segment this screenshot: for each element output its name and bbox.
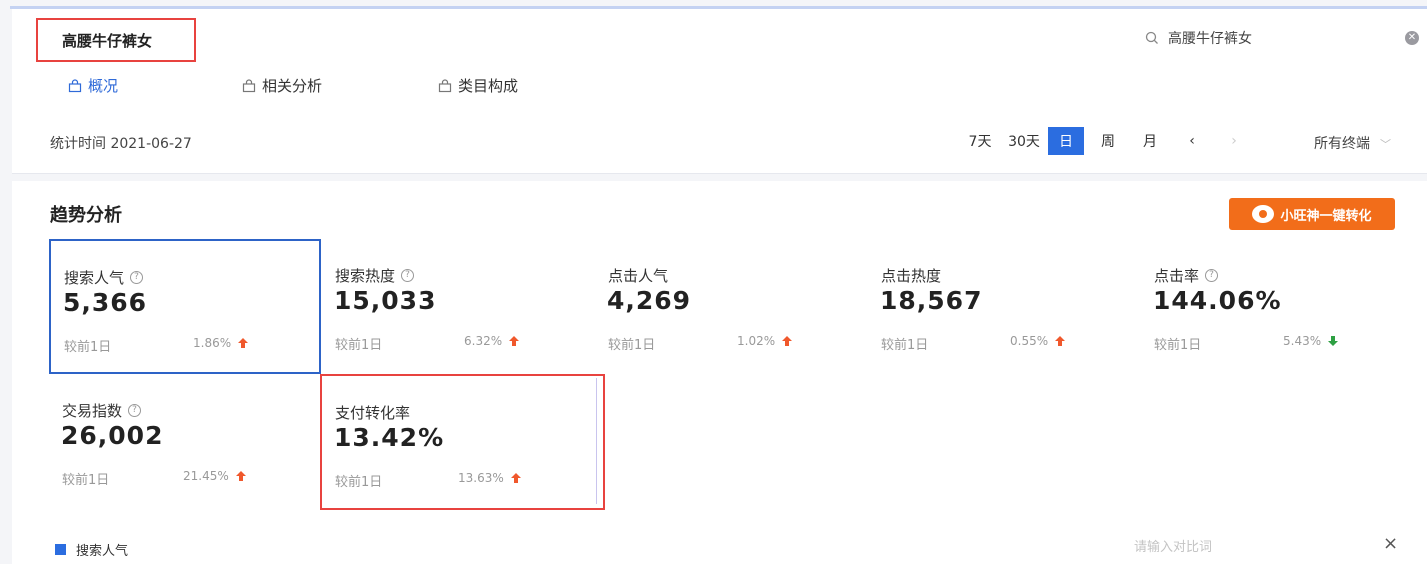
tab-related-analysis[interactable]: 相关分析 [242, 75, 322, 96]
help-icon[interactable]: ? [130, 271, 144, 284]
metric-label: 搜索人气 [64, 269, 125, 287]
metric-value: 4,269 [607, 286, 692, 315]
divider [596, 378, 597, 504]
bag-icon [68, 78, 82, 92]
close-icon[interactable]: × [1383, 533, 1398, 554]
arrow-up-icon [238, 338, 249, 348]
trend-card: 趋势分析 小旺神一键转化 搜索人气? 5,366 较前1日 1.86% 搜索热度… [12, 181, 1427, 564]
metric-label-row: 搜索人气? [64, 267, 144, 288]
metric-value: 5,366 [63, 288, 148, 317]
metric-change: 21.45% [183, 469, 247, 483]
metric-value: 18,567 [880, 286, 983, 315]
bag-icon [438, 78, 452, 92]
metric-card-click-heat[interactable]: 点击热度 18,567 较前1日 0.55% [868, 239, 1140, 374]
metric-label: 点击人气 [608, 267, 669, 285]
tab-label: 类目构成 [458, 77, 519, 95]
metric-value: 144.06% [1153, 286, 1282, 315]
keyword-title: 高腰牛仔裤女 [36, 18, 196, 62]
tab-category-composition[interactable]: 类目构成 [438, 75, 518, 96]
chart-legend-item[interactable]: 搜索人气 [55, 540, 128, 559]
next-date-button[interactable]: › [1216, 127, 1252, 155]
metric-compare: 较前1日 [608, 338, 656, 353]
period-7d-button[interactable]: 7天 [962, 127, 998, 155]
metric-compare: 较前1日 [335, 475, 383, 490]
search-icon [1145, 31, 1158, 44]
stat-time: 统计时间 2021-06-27 [50, 136, 192, 152]
period-selector: 7天 30天 日 周 月 ‹ › [962, 127, 1258, 155]
metric-change-value: 5.43% [1283, 334, 1322, 348]
bag-icon [242, 78, 256, 92]
metric-label: 点击热度 [881, 267, 942, 285]
arrow-up-icon [235, 471, 246, 481]
tab-label: 相关分析 [262, 77, 323, 95]
arrow-up-icon [509, 336, 520, 346]
metric-label: 点击率 [1154, 267, 1200, 285]
metric-card-search-heat[interactable]: 搜索热度? 15,033 较前1日 6.32% [322, 239, 594, 374]
metric-card-click-rate[interactable]: 点击率? 144.06% 较前1日 5.43% [1141, 239, 1413, 374]
metric-card-click-popularity[interactable]: 点击人气 4,269 较前1日 1.02% [595, 239, 867, 374]
metric-label-row: 点击率? [1154, 265, 1219, 286]
legend-swatch [55, 544, 66, 555]
metric-change-value: 21.45% [183, 469, 229, 483]
metric-label-row: 点击热度 [881, 265, 941, 286]
search-box[interactable]: 高腰牛仔裤女 ✕ [1144, 25, 1419, 51]
metric-change-value: 0.55% [1010, 334, 1049, 348]
tab-overview[interactable]: 概况 [68, 75, 118, 96]
metric-card-pay-conversion[interactable]: 支付转化率 13.42% 较前1日 13.63% [320, 374, 605, 510]
period-30d-button[interactable]: 30天 [1006, 127, 1042, 155]
legend-label: 搜索人气 [76, 544, 129, 559]
metric-change: 1.02% [737, 334, 793, 348]
compare-word-input[interactable] [1132, 533, 1356, 561]
period-week-button[interactable]: 周 [1090, 127, 1126, 155]
metric-value: 15,033 [334, 286, 437, 315]
header-card: 高腰牛仔裤女 高腰牛仔裤女 ✕ 概况 相关分析 类目构成 统计时间 2021-0… [12, 9, 1427, 174]
metric-label-row: 搜索热度? [335, 265, 415, 286]
metric-card-trade-index[interactable]: 交易指数? 26,002 较前1日 21.45% [49, 374, 321, 509]
metric-compare: 较前1日 [64, 340, 112, 355]
metric-change: 13.63% [458, 471, 522, 485]
metric-card-search-popularity[interactable]: 搜索人气? 5,366 较前1日 1.86% [49, 239, 321, 374]
prev-date-button[interactable]: ‹ [1174, 127, 1210, 155]
help-icon[interactable]: ? [128, 404, 142, 417]
metric-change-value: 6.32% [464, 334, 503, 348]
metric-change: 0.55% [1010, 334, 1066, 348]
metric-compare: 较前1日 [1154, 338, 1202, 353]
convert-button[interactable]: 小旺神一键转化 [1229, 198, 1395, 230]
metric-change: 5.43% [1283, 334, 1339, 348]
xiaowang-icon [1252, 205, 1275, 223]
help-icon[interactable]: ? [1205, 269, 1219, 282]
metric-label-row: 交易指数? [62, 400, 142, 421]
metric-change-value: 1.86% [193, 336, 232, 350]
search-input-value[interactable]: 高腰牛仔裤女 [1168, 28, 1405, 48]
tab-label: 概况 [88, 77, 119, 95]
clear-search-icon[interactable]: ✕ [1405, 31, 1419, 45]
arrow-up-icon [1055, 336, 1066, 346]
metric-compare: 较前1日 [881, 338, 929, 353]
metric-label: 搜索热度 [335, 267, 396, 285]
metric-label: 交易指数 [62, 402, 123, 420]
metric-label: 支付转化率 [335, 404, 411, 422]
trend-title: 趋势分析 [50, 205, 122, 226]
convert-button-label: 小旺神一键转化 [1280, 208, 1372, 224]
metric-value: 13.42% [334, 423, 445, 452]
metric-label-row: 点击人气 [608, 265, 668, 286]
arrow-up-icon [782, 336, 793, 346]
period-month-button[interactable]: 月 [1132, 127, 1168, 155]
metric-change: 6.32% [464, 334, 520, 348]
metric-change-value: 13.63% [458, 471, 504, 485]
metric-label-row: 支付转化率 [335, 402, 410, 423]
metric-change: 1.86% [193, 336, 249, 350]
terminal-select[interactable]: 所有终端 ﹀ [1314, 133, 1391, 153]
arrow-down-icon [1328, 336, 1339, 346]
terminal-label: 所有终端 [1314, 136, 1370, 152]
help-icon[interactable]: ? [401, 269, 415, 282]
chevron-down-icon: ﹀ [1380, 138, 1391, 151]
arrow-up-icon [510, 473, 521, 483]
metric-compare: 较前1日 [335, 338, 383, 353]
metric-compare: 较前1日 [62, 473, 110, 488]
period-day-button[interactable]: 日 [1048, 127, 1084, 155]
metric-change-value: 1.02% [737, 334, 776, 348]
metric-value: 26,002 [61, 421, 164, 450]
